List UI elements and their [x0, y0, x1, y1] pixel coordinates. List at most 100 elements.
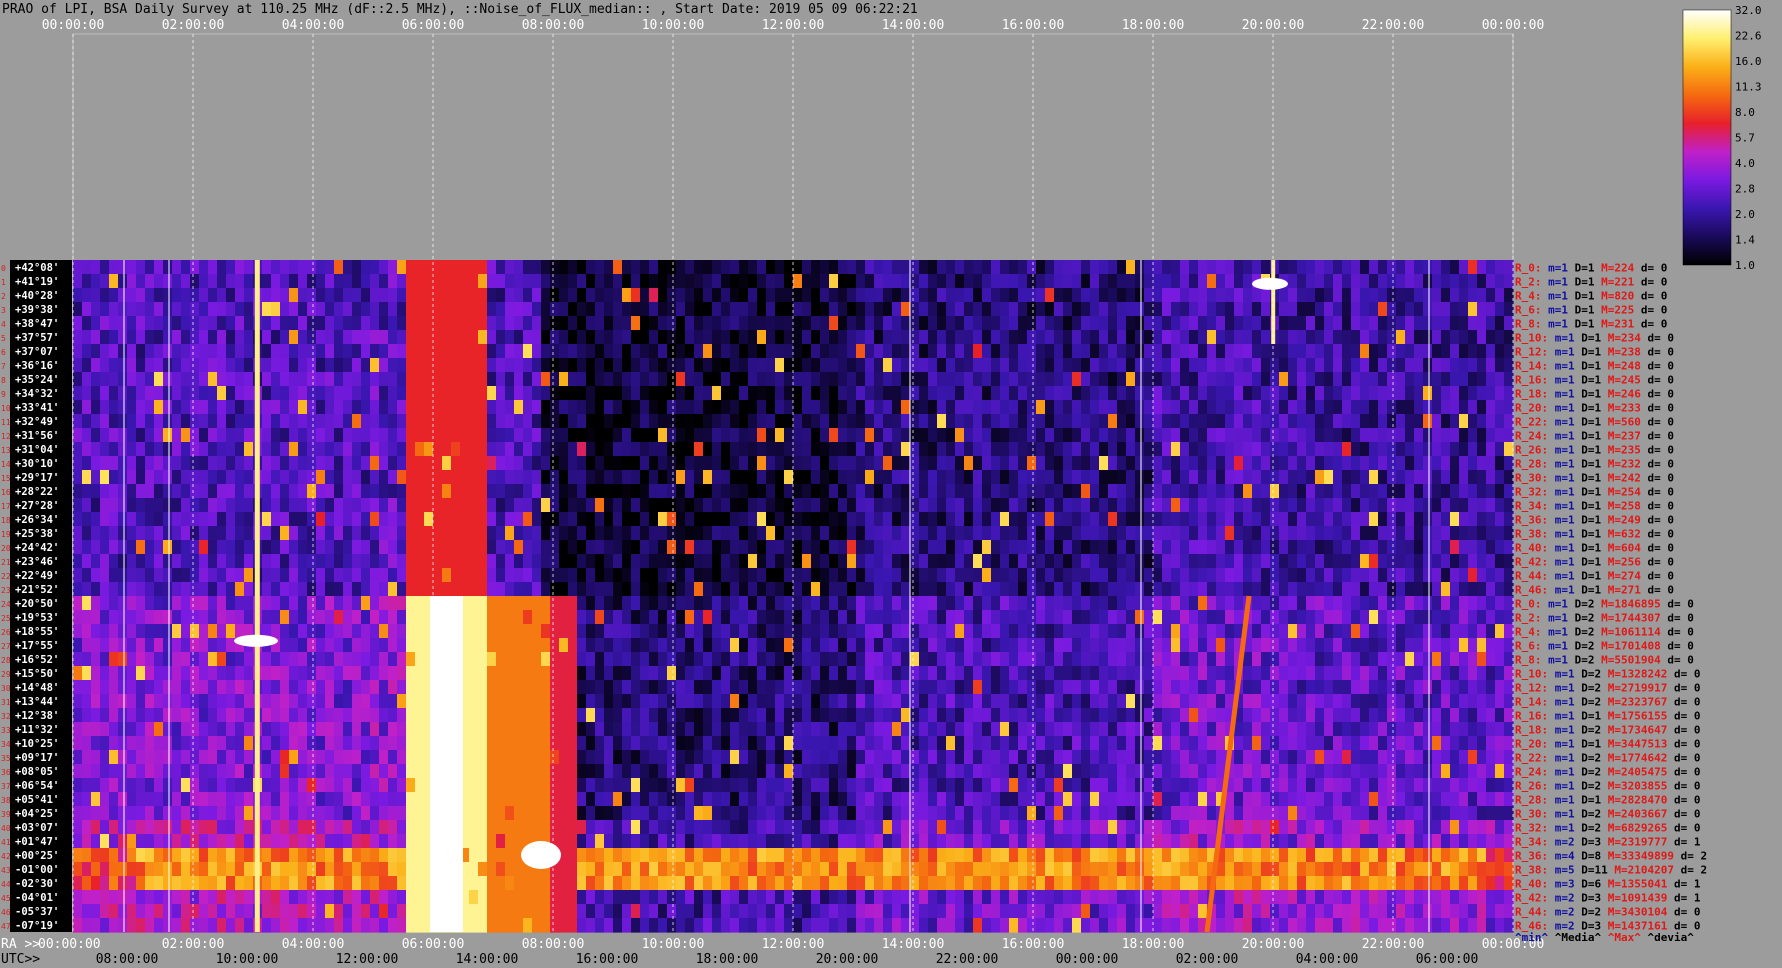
heatmap-cell — [1108, 512, 1118, 527]
heatmap-cell — [91, 316, 101, 331]
heatmap-cell — [748, 652, 758, 667]
heatmap-cell — [856, 456, 866, 471]
heatmap-cell — [496, 302, 506, 317]
heatmap-cell — [847, 638, 857, 653]
heatmap-cell — [658, 414, 668, 429]
heatmap-cell — [496, 414, 506, 429]
heatmap-cell — [667, 456, 677, 471]
heatmap-cell — [1423, 610, 1433, 625]
heatmap-cell — [262, 610, 272, 625]
heatmap-cell — [1243, 386, 1253, 401]
heatmap-cell — [1090, 470, 1100, 485]
heatmap-cell — [847, 386, 857, 401]
heatmap-cell — [1216, 260, 1226, 275]
heatmap-cell — [1378, 512, 1388, 527]
heatmap-cell — [892, 582, 902, 597]
heatmap-cell — [577, 512, 587, 527]
heatmap-cell — [1450, 330, 1460, 345]
heatmap-cell — [919, 358, 929, 373]
heatmap-cell — [343, 260, 353, 275]
heatmap-cell — [1378, 526, 1388, 541]
heatmap-cell — [1288, 498, 1298, 513]
heatmap-cell — [1396, 610, 1406, 625]
heatmap-cell — [1198, 610, 1208, 625]
heatmap-cell — [181, 526, 191, 541]
heatmap-cell — [1324, 302, 1334, 317]
heatmap-cell — [694, 638, 704, 653]
heatmap-cell — [451, 442, 461, 457]
heatmap-cell — [982, 624, 992, 639]
heatmap-cell — [1477, 358, 1487, 373]
heatmap-cell — [1144, 302, 1154, 317]
heatmap-cell — [1387, 274, 1397, 289]
heatmap-cell — [316, 610, 326, 625]
heatmap-cell — [1189, 260, 1199, 275]
heatmap-cell — [1270, 428, 1280, 443]
heatmap-cell — [451, 386, 461, 401]
heatmap-cell — [127, 568, 137, 583]
heatmap-cell — [928, 442, 938, 457]
heatmap-cell — [172, 680, 182, 695]
heatmap-cell — [955, 274, 965, 289]
heatmap-cell — [622, 526, 632, 541]
heatmap-cell — [334, 316, 344, 331]
heatmap-cell — [397, 428, 407, 443]
heatmap-cell — [451, 512, 461, 527]
heatmap-cell — [1036, 554, 1046, 569]
heatmap-cell — [1081, 666, 1091, 681]
heatmap-cell — [1198, 554, 1208, 569]
heatmap-cell — [550, 484, 560, 499]
heatmap-cell — [1081, 288, 1091, 303]
heatmap-cell — [505, 344, 515, 359]
heatmap-cell — [298, 540, 308, 555]
heatmap-cell — [1423, 274, 1433, 289]
heatmap-cell — [1333, 428, 1343, 443]
heatmap-cell — [1216, 652, 1226, 667]
heatmap-cell — [1405, 652, 1415, 667]
heatmap-cell — [1018, 638, 1028, 653]
heatmap-cell — [289, 624, 299, 639]
heatmap-cell — [1099, 260, 1109, 275]
heatmap-cell — [1198, 526, 1208, 541]
heatmap-cell — [415, 372, 425, 387]
heatmap-cell — [838, 582, 848, 597]
heatmap-cell — [1063, 358, 1073, 373]
heatmap-cell — [1270, 400, 1280, 415]
heatmap-cell — [307, 302, 317, 317]
heatmap-cell — [1423, 652, 1433, 667]
heatmap-cell — [1189, 582, 1199, 597]
heatmap-cell — [478, 456, 488, 471]
heatmap-cell — [1144, 414, 1154, 429]
heatmap-cell — [1135, 316, 1145, 331]
heatmap-cell — [298, 400, 308, 415]
heatmap-cell — [1180, 540, 1190, 555]
heatmap-cell — [1180, 610, 1190, 625]
heatmap-cell — [550, 288, 560, 303]
heatmap-cell — [703, 470, 713, 485]
heatmap-cell — [577, 386, 587, 401]
heatmap-cell — [613, 330, 623, 345]
heatmap-cell — [1072, 316, 1082, 331]
heatmap-cell — [406, 526, 416, 541]
heatmap-cell — [1378, 344, 1388, 359]
heatmap-cell — [1342, 456, 1352, 471]
heatmap-cell — [199, 372, 209, 387]
heatmap-cell — [766, 582, 776, 597]
heatmap-cell — [892, 484, 902, 499]
heatmap-cell — [739, 554, 749, 569]
heatmap-cell — [811, 568, 821, 583]
heatmap-cell — [1261, 344, 1271, 359]
heatmap-cell — [1189, 666, 1199, 681]
heatmap-cell — [388, 274, 398, 289]
heatmap-cell — [982, 554, 992, 569]
heatmap-cell — [289, 540, 299, 555]
heatmap-cell — [874, 414, 884, 429]
heatmap-cell — [1198, 680, 1208, 695]
heatmap-cell — [1315, 666, 1325, 681]
heatmap-cell — [1234, 302, 1244, 317]
heatmap-cell — [451, 498, 461, 513]
heatmap-cell — [730, 456, 740, 471]
heatmap-cell — [604, 680, 614, 695]
heatmap-cell — [424, 288, 434, 303]
heatmap-cell — [694, 302, 704, 317]
